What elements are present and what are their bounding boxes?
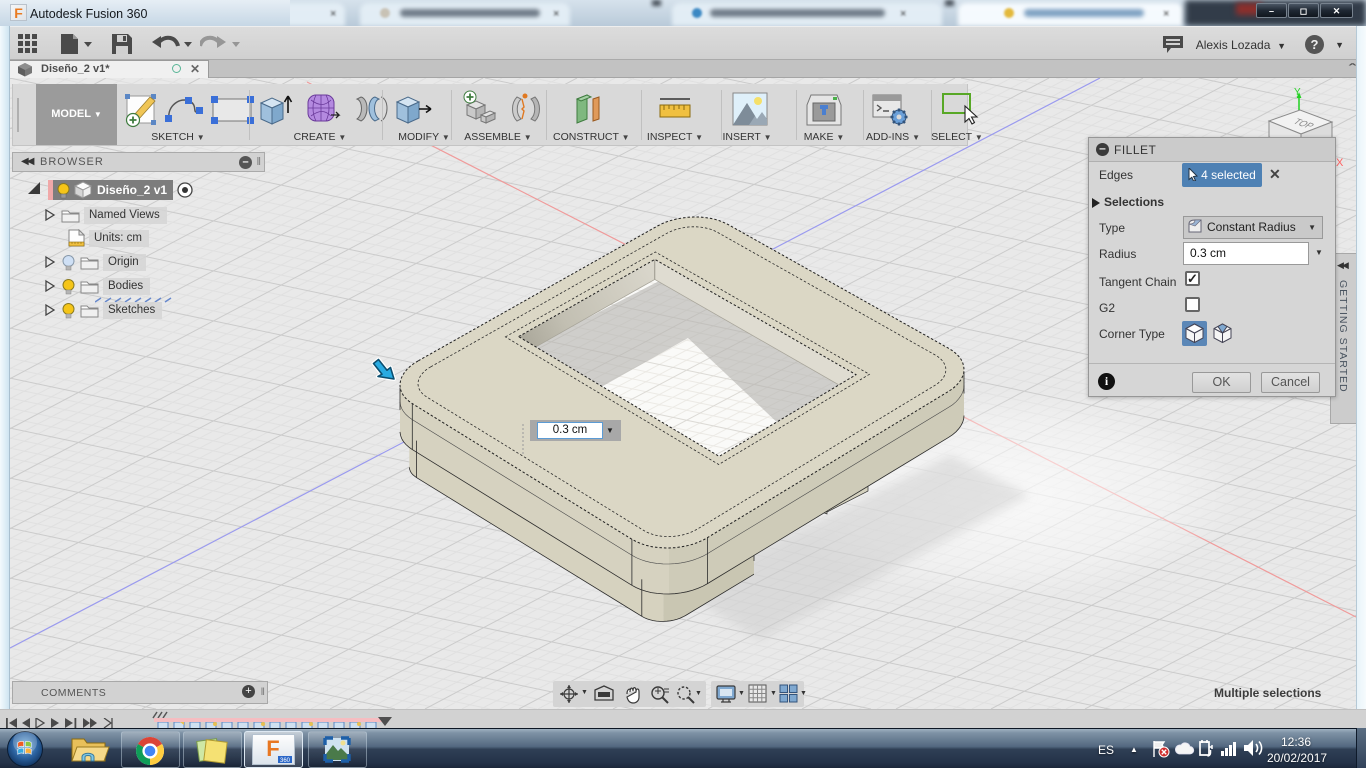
svg-text:Y: Y (1294, 87, 1301, 98)
svg-text:360: 360 (280, 758, 291, 764)
svg-text:X: X (1336, 157, 1344, 169)
svg-text:F: F (266, 736, 279, 761)
